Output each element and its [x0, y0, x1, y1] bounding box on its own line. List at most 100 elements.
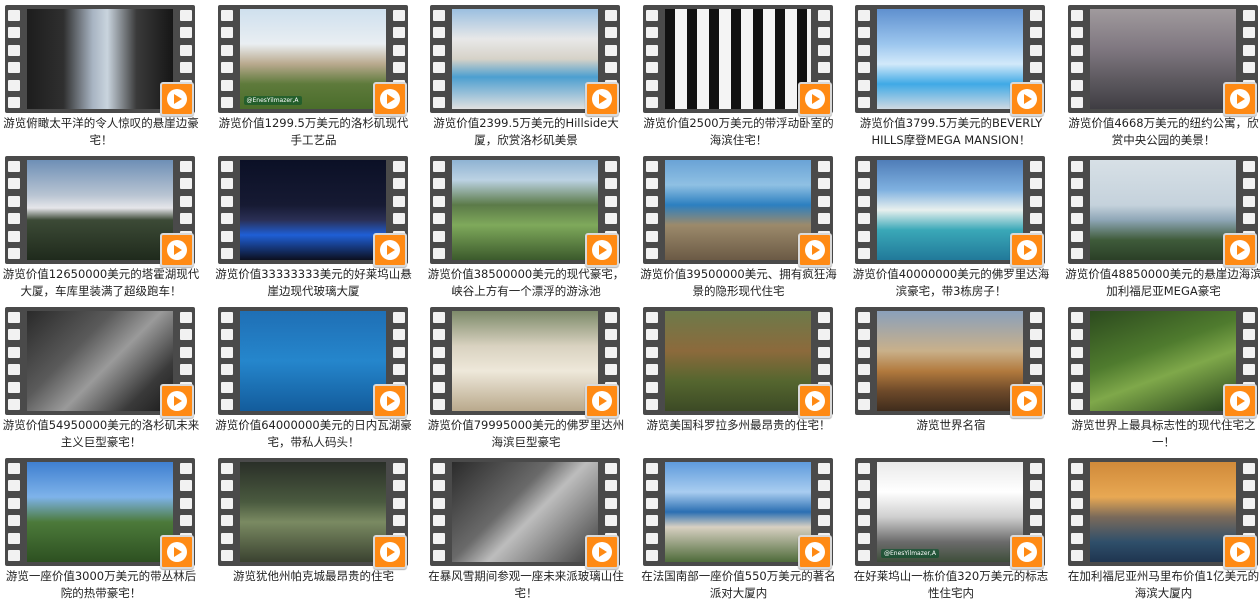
video-thumbnail[interactable] — [1090, 9, 1236, 109]
video-thumbnail[interactable] — [877, 160, 1023, 260]
film-perforations — [221, 463, 233, 561]
video-title[interactable]: 游览犹他州帕克城最昂贵的住宅 — [215, 568, 413, 585]
video-title[interactable]: 在好莱坞山一栋价值320万美元的标志性住宅内 — [852, 568, 1050, 602]
video-thumbnail[interactable] — [1090, 462, 1236, 562]
video-thumbnail[interactable] — [877, 9, 1023, 109]
video-thumbnail[interactable] — [1090, 160, 1236, 260]
play-button-icon[interactable] — [585, 384, 619, 418]
play-button-icon[interactable] — [798, 233, 832, 267]
play-button-icon[interactable] — [1223, 384, 1257, 418]
video-thumbnail[interactable] — [240, 462, 386, 562]
video-card[interactable]: 游览价值54950000美元的洛杉矶未来主义巨型豪宅！ — [2, 305, 207, 455]
play-button-icon[interactable] — [373, 535, 407, 569]
play-button-icon[interactable] — [1223, 535, 1257, 569]
video-title[interactable]: 游览价值40000000美元的佛罗里达海滨豪宅，带3栋房子！ — [852, 266, 1050, 300]
video-title[interactable]: 在加利福尼亚州马里布价值1亿美元的海滨大厦内 — [1065, 568, 1260, 602]
video-card[interactable]: 游览价值12650000美元的塔霍湖现代大厦，车库里装满了超级跑车！ — [2, 154, 207, 304]
video-card[interactable]: 游览世界上最具标志性的现代住宅之一！ — [1065, 305, 1260, 455]
video-card[interactable]: 游览犹他州帕克城最昂贵的住宅 — [215, 456, 420, 606]
video-thumbnail[interactable] — [665, 9, 811, 109]
video-card[interactable]: 游览价值79995000美元的佛罗里达州海滨巨型豪宅 — [427, 305, 632, 455]
video-title[interactable]: 游览价值39500000美元、拥有疯狂海景的隐形现代住宅 — [640, 266, 838, 300]
play-button-icon[interactable] — [798, 82, 832, 116]
video-card[interactable]: 游览价值39500000美元、拥有疯狂海景的隐形现代住宅 — [640, 154, 845, 304]
video-title[interactable]: 游览价值2500万美元的带浮动卧室的海滨住宅！ — [640, 115, 838, 149]
video-thumbnail[interactable] — [27, 160, 173, 260]
play-button-icon[interactable] — [585, 82, 619, 116]
video-thumbnail[interactable] — [240, 160, 386, 260]
video-title[interactable]: 游览价值2399.5万美元的Hillside大厦，欣赏洛杉矶美景 — [427, 115, 625, 149]
video-card[interactable]: 在法国南部一座价值550万美元的著名派对大厦内 — [640, 456, 845, 606]
video-thumbnail[interactable] — [27, 9, 173, 109]
video-thumbnail[interactable] — [452, 311, 598, 411]
video-title[interactable]: 游览价值12650000美元的塔霍湖现代大厦，车库里装满了超级跑车！ — [2, 266, 200, 300]
play-button-icon[interactable] — [160, 535, 194, 569]
video-thumbnail[interactable] — [452, 462, 598, 562]
video-title[interactable]: 游览价值38500000美元的现代豪宅，峡谷上方有一个漂浮的游泳池 — [427, 266, 625, 300]
play-button-icon[interactable] — [373, 384, 407, 418]
video-card[interactable]: 游览俯瞰太平洋的令人惊叹的悬崖边豪宅！ — [2, 3, 207, 153]
video-card[interactable]: 游览价值3799.5万美元的BEVERLY HILLS摩登MEGA MANSIO… — [852, 3, 1057, 153]
video-title[interactable]: 游览价值64000000美元的日内瓦湖豪宅，带私人码头！ — [215, 417, 413, 451]
play-button-icon[interactable] — [373, 82, 407, 116]
play-button-icon[interactable] — [160, 82, 194, 116]
video-thumbnail[interactable] — [665, 160, 811, 260]
video-thumbnail[interactable] — [665, 311, 811, 411]
video-card[interactable]: 游览价值64000000美元的日内瓦湖豪宅，带私人码头！ — [215, 305, 420, 455]
video-card[interactable]: 在暴风雪期间参观一座未来派玻璃山住宅！ — [427, 456, 632, 606]
video-title[interactable]: 游览价值54950000美元的洛杉矶未来主义巨型豪宅！ — [2, 417, 200, 451]
film-perforations — [8, 161, 20, 259]
video-title[interactable]: 游览俯瞰太平洋的令人惊叹的悬崖边豪宅！ — [2, 115, 200, 149]
video-title[interactable]: 游览价值79995000美元的佛罗里达州海滨巨型豪宅 — [427, 417, 625, 451]
play-button-icon[interactable] — [798, 535, 832, 569]
video-card[interactable]: 游览美国科罗拉多州最昂贵的住宅！ — [640, 305, 845, 455]
video-card[interactable]: 游览价值38500000美元的现代豪宅，峡谷上方有一个漂浮的游泳池 — [427, 154, 632, 304]
play-button-icon[interactable] — [373, 233, 407, 267]
video-card[interactable]: 游览价值2399.5万美元的Hillside大厦，欣赏洛杉矶美景 — [427, 3, 632, 153]
video-card[interactable]: @EnesYilmazer,A 在好莱坞山一栋价值320万美元的标志性住宅内 — [852, 456, 1057, 606]
video-card[interactable]: 游览世界名宿 — [852, 305, 1057, 455]
video-thumbnail[interactable]: @EnesYilmazer,A — [240, 9, 386, 109]
video-card[interactable]: @EnesYilmazer,A 游览价值1299.5万美元的洛杉矶现代手工艺品 — [215, 3, 420, 153]
video-card[interactable]: 游览价值48850000美元的悬崖边海滨加利福尼亚MEGA豪宅 — [1065, 154, 1260, 304]
video-thumbnail[interactable] — [27, 462, 173, 562]
video-title[interactable]: 游览世界名宿 — [852, 417, 1050, 434]
film-perforations — [646, 10, 658, 108]
play-button-icon[interactable] — [160, 384, 194, 418]
play-button-icon[interactable] — [798, 384, 832, 418]
video-title[interactable]: 在法国南部一座价值550万美元的著名派对大厦内 — [640, 568, 838, 602]
video-card[interactable]: 游览价值4668万美元的纽约公寓，欣赏中央公园的美景！ — [1065, 3, 1260, 153]
play-button-icon[interactable] — [1010, 535, 1044, 569]
video-thumbnail[interactable]: @EnesYilmazer,A — [877, 462, 1023, 562]
video-thumbnail[interactable] — [665, 462, 811, 562]
video-card[interactable]: 游览一座价值3000万美元的带丛林后院的热带豪宅！ — [2, 456, 207, 606]
video-title[interactable]: 游览价值1299.5万美元的洛杉矶现代手工艺品 — [215, 115, 413, 149]
video-thumbnail[interactable] — [452, 9, 598, 109]
video-thumbnail[interactable] — [452, 160, 598, 260]
video-title[interactable]: 游览美国科罗拉多州最昂贵的住宅！ — [640, 417, 838, 434]
play-button-icon[interactable] — [1010, 384, 1044, 418]
play-button-icon[interactable] — [1223, 233, 1257, 267]
play-button-icon[interactable] — [585, 233, 619, 267]
video-card[interactable]: 游览价值33333333美元的好莱坞山悬崖边现代玻璃大厦 — [215, 154, 420, 304]
video-title[interactable]: 游览世界上最具标志性的现代住宅之一！ — [1065, 417, 1260, 451]
video-thumbnail[interactable] — [877, 311, 1023, 411]
play-button-icon[interactable] — [585, 535, 619, 569]
video-title[interactable]: 游览价值3799.5万美元的BEVERLY HILLS摩登MEGA MANSIO… — [852, 115, 1050, 149]
video-title[interactable]: 游览价值48850000美元的悬崖边海滨加利福尼亚MEGA豪宅 — [1065, 266, 1260, 300]
film-perforations — [646, 312, 658, 410]
video-thumbnail[interactable] — [240, 311, 386, 411]
video-title[interactable]: 游览价值33333333美元的好莱坞山悬崖边现代玻璃大厦 — [215, 266, 413, 300]
video-thumbnail[interactable] — [1090, 311, 1236, 411]
play-button-icon[interactable] — [160, 233, 194, 267]
video-card[interactable]: 在加利福尼亚州马里布价值1亿美元的海滨大厦内 — [1065, 456, 1260, 606]
video-thumbnail[interactable] — [27, 311, 173, 411]
video-title[interactable]: 游览一座价值3000万美元的带丛林后院的热带豪宅！ — [2, 568, 200, 602]
video-title[interactable]: 在暴风雪期间参观一座未来派玻璃山住宅！ — [427, 568, 625, 602]
play-button-icon[interactable] — [1010, 82, 1044, 116]
video-card[interactable]: 游览价值40000000美元的佛罗里达海滨豪宅，带3栋房子！ — [852, 154, 1057, 304]
play-button-icon[interactable] — [1223, 82, 1257, 116]
video-title[interactable]: 游览价值4668万美元的纽约公寓，欣赏中央公园的美景！ — [1065, 115, 1260, 149]
play-button-icon[interactable] — [1010, 233, 1044, 267]
video-card[interactable]: 游览价值2500万美元的带浮动卧室的海滨住宅！ — [640, 3, 845, 153]
